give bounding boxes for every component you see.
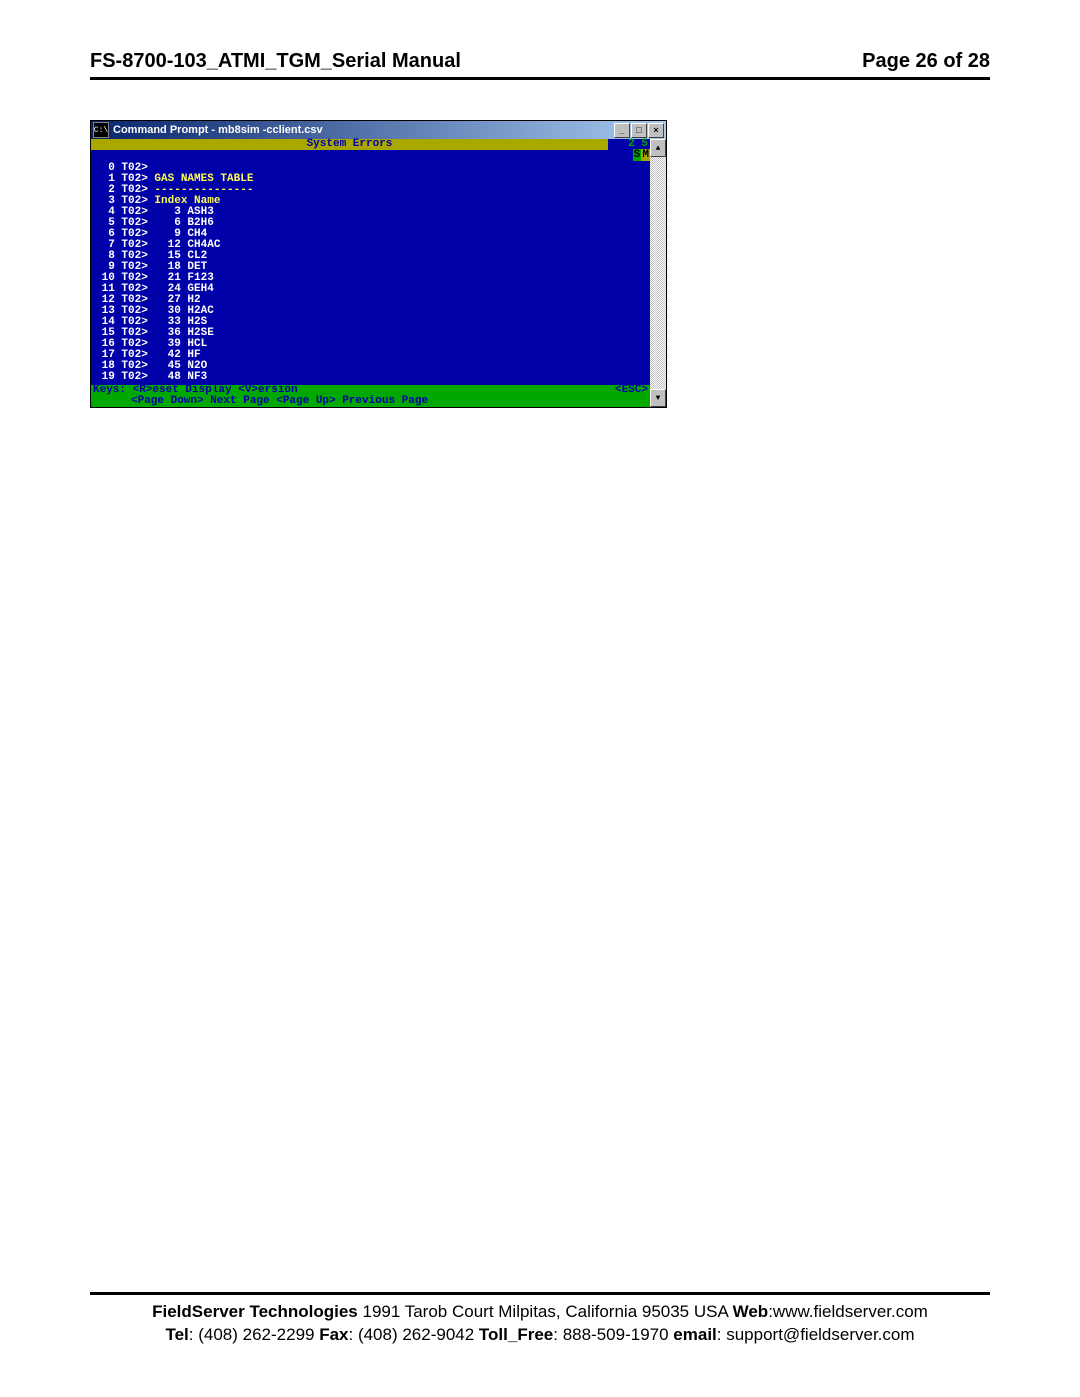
footer-email: : support@fieldserver.com [717, 1325, 915, 1344]
footer-web-label: Web [733, 1302, 769, 1321]
maximize-button[interactable]: □ [631, 123, 647, 138]
window-client-area: System Errors 2 5 SM 0 T02> 1 T02> GAS N… [91, 139, 666, 407]
header-title: FS-8700-103_ATMI_TGM_Serial Manual [90, 50, 461, 73]
scroll-up-button[interactable]: ▲ [650, 139, 666, 157]
terminal-status-bar: System Errors 2 5 [91, 139, 650, 150]
status-title: System Errors [91, 139, 608, 150]
footer-address: 1991 Tarob Court Milpitas, California 95… [358, 1302, 733, 1321]
window-titlebar[interactable]: C:\ Command Prompt - mb8sim -cclient.csv… [91, 121, 666, 139]
document-page: FS-8700-103_ATMI_TGM_Serial Manual Page … [0, 0, 1080, 1397]
footer-esc: <ESC> [615, 385, 648, 396]
vertical-scrollbar[interactable]: ▲ ▼ [650, 139, 666, 407]
window-title: Command Prompt - mb8sim -cclient.csv [113, 124, 613, 136]
page-header: FS-8700-103_ATMI_TGM_Serial Manual Page … [90, 50, 990, 80]
scroll-track[interactable] [650, 157, 666, 389]
footer-toll-label: Toll_Free [479, 1325, 553, 1344]
page-number: Page 26 of 28 [862, 50, 990, 73]
document-footer: FieldServer Technologies 1991 Tarob Cour… [90, 1292, 990, 1347]
footer-toll: : 888-509-1970 [553, 1325, 673, 1344]
minimize-button[interactable]: _ [614, 123, 630, 138]
footer-tel: : (408) 262-2299 [189, 1325, 319, 1344]
close-button[interactable]: × [648, 123, 664, 138]
table-row: 19 T02> 48 NF3 [95, 372, 650, 383]
terminal-footer-2: <Page Down> Next Page <Page Up> Previous… [91, 396, 650, 407]
footer-email-label: email [673, 1325, 716, 1344]
status-flags: SM [633, 150, 650, 161]
footer-web: :www.fieldserver.com [768, 1302, 928, 1321]
terminal-rows: 0 T02> 1 T02> GAS NAMES TABLE 2 T02> ---… [91, 161, 650, 385]
footer-fax: : (408) 262-9042 [349, 1325, 479, 1344]
terminal-area[interactable]: System Errors 2 5 SM 0 T02> 1 T02> GAS N… [91, 139, 650, 407]
app-icon: C:\ [93, 122, 109, 138]
footer-company: FieldServer Technologies [152, 1302, 358, 1321]
footer-tel-label: Tel [165, 1325, 188, 1344]
scroll-down-button[interactable]: ▼ [650, 389, 666, 407]
embedded-screenshot: C:\ Command Prompt - mb8sim -cclient.csv… [90, 120, 990, 408]
command-prompt-window: C:\ Command Prompt - mb8sim -cclient.csv… [90, 120, 667, 408]
status-row-2: SM [91, 150, 650, 161]
footer-fax-label: Fax [319, 1325, 348, 1344]
